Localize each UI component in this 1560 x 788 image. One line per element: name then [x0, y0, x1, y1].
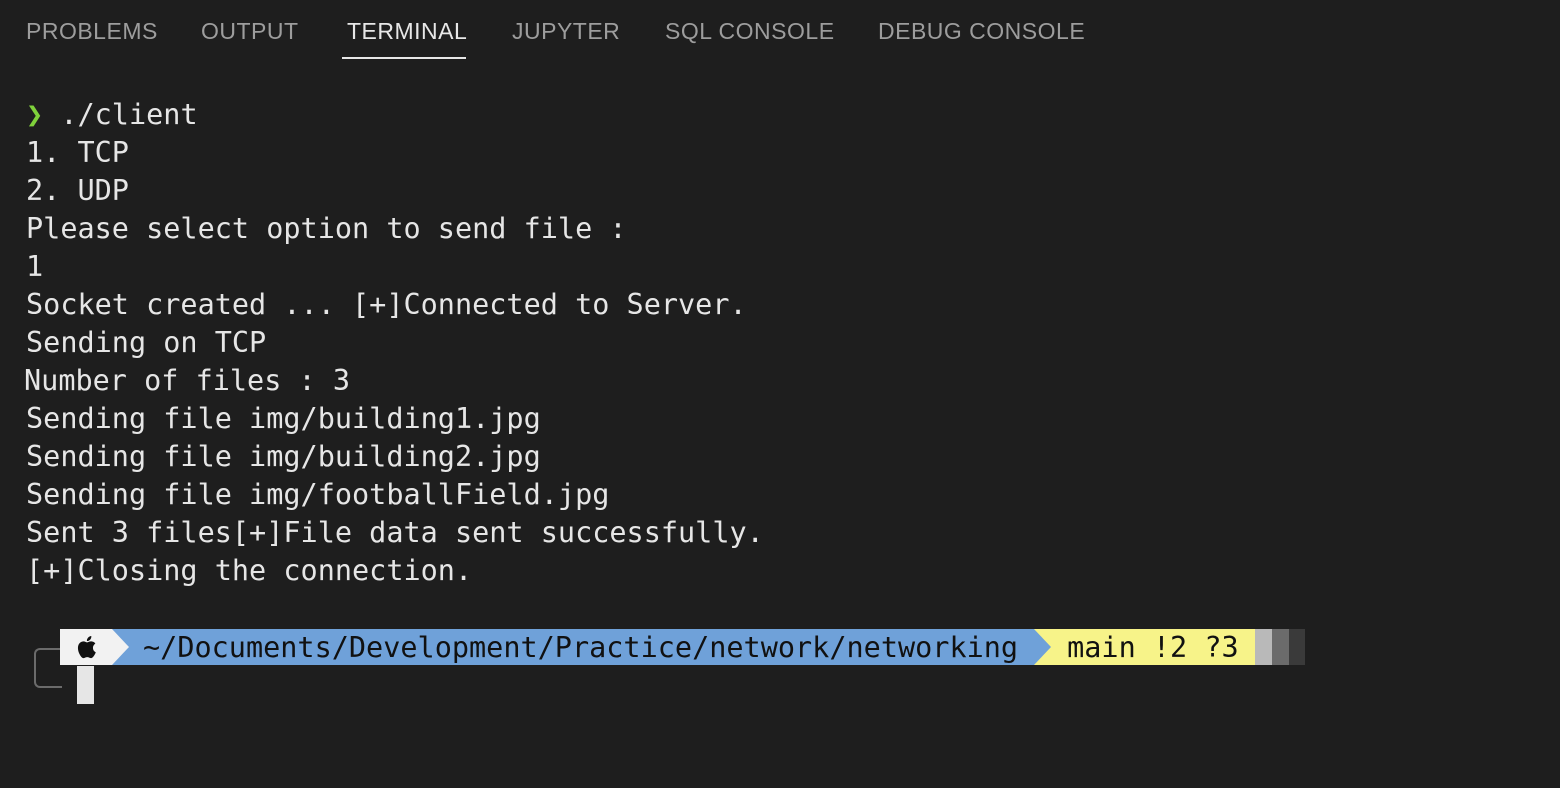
output-line: Sending on TCP [26, 326, 267, 359]
os-segment [60, 629, 112, 665]
output-line: Socket created ... [+]Connected to Serve… [26, 288, 747, 321]
output-line: Sending file img/footballField.jpg [26, 478, 610, 511]
terminal-cursor [77, 666, 94, 704]
tab-output[interactable]: OUTPUT [201, 18, 299, 45]
output-line: Number of files : 3 [24, 364, 351, 397]
tab-debug-console[interactable]: DEBUG CONSOLE [878, 18, 1085, 45]
path-segment: ~/Documents/Development/Practice/network… [129, 629, 1035, 665]
command-line: ❯ ./client [26, 96, 1560, 134]
output-line: Sending file img/building1.jpg [26, 402, 541, 435]
output-line: Sending file img/building2.jpg [26, 440, 541, 473]
output-line: [+]Closing the connection. [26, 554, 473, 587]
prompt-caret-icon: ❯ [26, 98, 44, 131]
prompt-bracket-icon [34, 648, 62, 688]
segment-separator [112, 629, 129, 665]
terminal-panel: PROBLEMS OUTPUT TERMINAL JUPYTER SQL CON… [0, 0, 1560, 788]
terminal-output[interactable]: ❯ ./client 1. TCP 2. UDP Please select o… [24, 96, 1560, 590]
output-line: Sent 3 files[+]File data sent successful… [26, 516, 764, 549]
segment-fade [1254, 629, 1305, 665]
output-line: 1. TCP [26, 136, 129, 169]
output-line: 1 [26, 250, 44, 283]
powerline-prompt: ~/Documents/Development/Practice/network… [60, 629, 1305, 665]
panel-tab-bar: PROBLEMS OUTPUT TERMINAL JUPYTER SQL CON… [0, 0, 1560, 64]
apple-icon [77, 636, 96, 659]
tab-problems[interactable]: PROBLEMS [26, 18, 158, 45]
git-status-segment: main !2 ?3 [1051, 629, 1255, 665]
output-line: 2. UDP [26, 174, 129, 207]
output-line: Please select option to send file : [26, 212, 627, 245]
command-text: ./client [43, 98, 198, 131]
tab-terminal[interactable]: TERMINAL [347, 18, 467, 45]
tab-jupyter[interactable]: JUPYTER [512, 18, 620, 45]
segment-separator [1034, 629, 1052, 665]
active-tab-indicator [342, 57, 466, 59]
tab-sql-console[interactable]: SQL CONSOLE [665, 18, 835, 45]
